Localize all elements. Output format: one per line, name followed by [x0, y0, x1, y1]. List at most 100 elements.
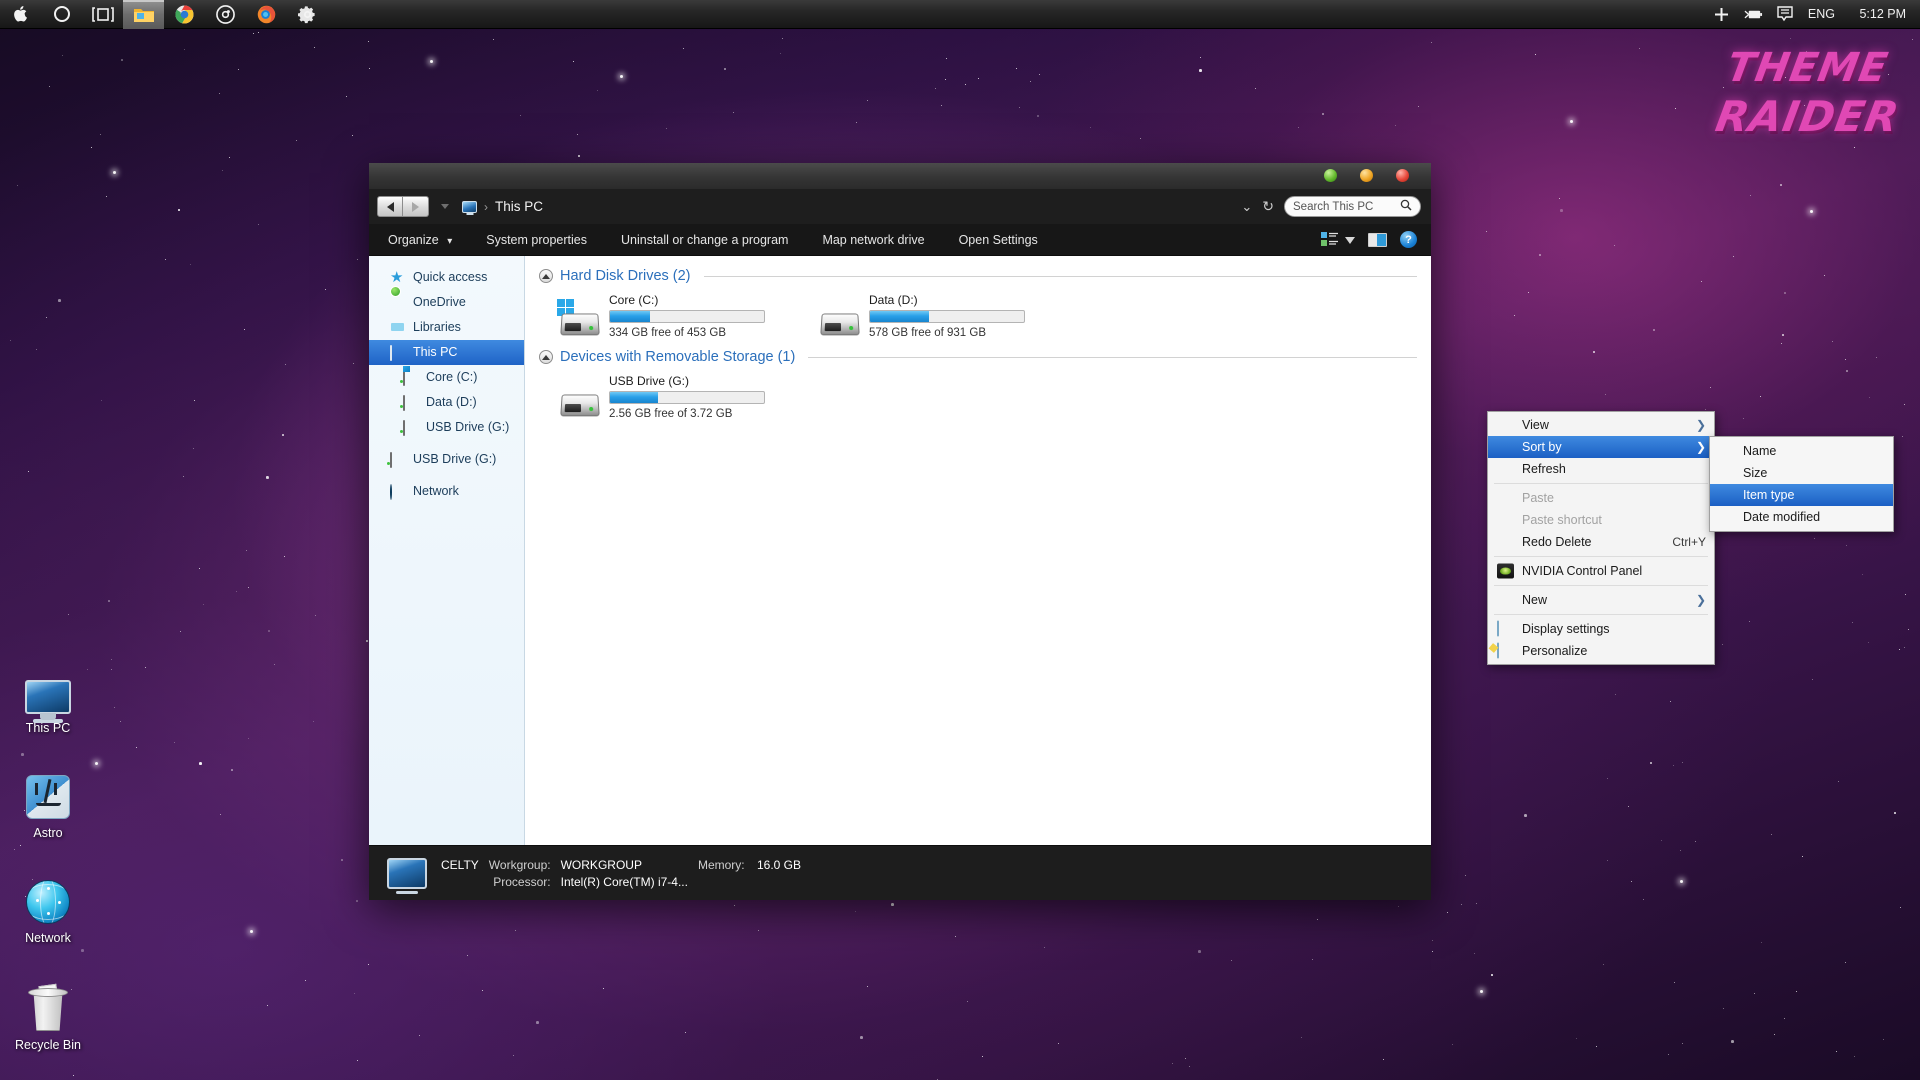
- forward-button[interactable]: [403, 196, 429, 217]
- sidebar-item-this-pc[interactable]: This PC: [369, 340, 524, 365]
- sidebar-item-label: Core (C:): [426, 370, 478, 385]
- back-button[interactable]: [377, 196, 403, 217]
- workgroup-key: Workgroup:: [488, 857, 551, 872]
- taskview-icon[interactable]: [82, 0, 123, 29]
- close-button[interactable]: [1396, 169, 1409, 182]
- context-menu-item-personalize[interactable]: Personalize: [1488, 640, 1714, 662]
- map-network-drive-button[interactable]: Map network drive: [811, 228, 935, 252]
- refresh-icon[interactable]: ↻: [1262, 198, 1274, 215]
- preview-pane-icon[interactable]: [1368, 232, 1387, 247]
- drive-name: Data (D:): [869, 293, 918, 307]
- context-menu-item-display-settings[interactable]: Display settings: [1488, 618, 1714, 640]
- context-menu-item-redo-delete[interactable]: Redo Delete Ctrl+Y: [1488, 531, 1714, 553]
- collapse-icon[interactable]: [539, 350, 553, 364]
- recent-locations-button[interactable]: [441, 204, 449, 209]
- sidebar-item-data-d[interactable]: Data (D:): [369, 390, 524, 415]
- processor-value: Intel(R) Core(TM) i7-4...: [560, 874, 688, 889]
- drive-tile-data-d[interactable]: Data (D:) 578 GB free of 931 GB: [817, 293, 1077, 339]
- personalize-icon: [1497, 642, 1514, 659]
- chevron-down-icon[interactable]: ⌄: [1241, 199, 1252, 215]
- view-dropdown-caret[interactable]: [1345, 232, 1355, 247]
- monitor-icon: [0, 658, 96, 714]
- drive-free-space: 578 GB free of 931 GB: [869, 327, 986, 339]
- speech-bubble-icon[interactable]: [1776, 5, 1795, 24]
- window-titlebar[interactable]: [369, 163, 1431, 189]
- context-menu-item-new[interactable]: New ❯: [1488, 589, 1714, 611]
- sidebar-item-usb-drive-g[interactable]: USB Drive (G:): [369, 447, 524, 472]
- search-placeholder: Search This PC: [1293, 200, 1374, 213]
- context-menu-item-sort-by[interactable]: Sort by ❯: [1488, 436, 1714, 458]
- menu-item-label: Date modified: [1743, 510, 1821, 524]
- gear-icon[interactable]: [287, 0, 328, 29]
- library-folder-icon: [390, 321, 406, 335]
- minimize-button[interactable]: [1360, 169, 1373, 182]
- sidebar-item-network[interactable]: Network: [369, 479, 524, 504]
- sidebar-item-usb-drive-g-child[interactable]: USB Drive (G:): [369, 415, 524, 440]
- desktop-icon-network[interactable]: Network: [0, 868, 96, 946]
- search-input[interactable]: Search This PC: [1284, 196, 1421, 217]
- drive-tile-core-c[interactable]: Core (C:) 334 GB free of 453 GB: [557, 293, 817, 339]
- sidebar-item-libraries[interactable]: Libraries: [369, 315, 524, 340]
- menu-item-label: Personalize: [1522, 644, 1588, 658]
- command-bar: Organize ▾ System properties Uninstall o…: [369, 224, 1431, 256]
- menu-separator: [1494, 614, 1708, 615]
- desktop-icon-astro[interactable]: Astro: [0, 763, 96, 841]
- submenu-item-date-modified[interactable]: Date modified: [1710, 506, 1893, 528]
- submenu-item-size[interactable]: Size: [1710, 462, 1893, 484]
- desktop-icon-recycle-bin[interactable]: Recycle Bin: [0, 975, 96, 1053]
- folder-icon[interactable]: [123, 0, 164, 29]
- drive-free-space: 2.56 GB free of 3.72 GB: [609, 408, 733, 420]
- content-pane: Hard Disk Drives (2) Core (C:) 334 GB fr…: [525, 256, 1431, 845]
- desktop-icon-this-pc[interactable]: This PC: [0, 658, 96, 736]
- sidebar-item-onedrive[interactable]: OneDrive: [369, 290, 524, 315]
- clock[interactable]: 5:12 PM: [1848, 7, 1906, 21]
- navigation-pane: ★ Quick access OneDrive Libraries This P…: [369, 256, 525, 845]
- submenu-item-name[interactable]: Name: [1710, 440, 1893, 462]
- sidebar-item-core-c[interactable]: Core (C:): [369, 365, 524, 390]
- help-icon[interactable]: ?: [1400, 231, 1417, 248]
- add-icon[interactable]: [1712, 5, 1731, 24]
- group-header-removable-storage[interactable]: Devices with Removable Storage (1): [539, 349, 1417, 365]
- language-indicator[interactable]: ENG: [1808, 7, 1835, 21]
- open-settings-button[interactable]: Open Settings: [948, 228, 1049, 252]
- memory-key: Memory:: [697, 857, 745, 872]
- sidebar-item-label: Data (D:): [426, 395, 477, 410]
- context-menu-item-view[interactable]: View ❯: [1488, 414, 1714, 436]
- organize-button[interactable]: Organize ▾: [377, 228, 463, 252]
- chevron-right-icon: ❯: [1695, 440, 1706, 454]
- uninstall-program-button[interactable]: Uninstall or change a program: [610, 228, 799, 252]
- magnifier-icon[interactable]: [1400, 199, 1412, 214]
- group-header-hard-disk-drives[interactable]: Hard Disk Drives (2): [539, 268, 1417, 284]
- sidebar-item-label: USB Drive (G:): [426, 420, 510, 435]
- drive-tile-usb-g[interactable]: USB Drive (G:) 2.56 GB free of 3.72 GB: [557, 374, 817, 420]
- system-properties-button[interactable]: System properties: [475, 228, 598, 252]
- nvidia-icon: [1497, 563, 1514, 579]
- battery-icon[interactable]: [1744, 5, 1763, 24]
- capacity-bar: [869, 310, 1025, 323]
- context-menu-item-nvidia-control-panel[interactable]: NVIDIA Control Panel: [1488, 560, 1714, 582]
- taskbar: ENG 5:12 PM: [0, 0, 1920, 29]
- desktop-context-menu: View ❯ Sort by ❯ Refresh Paste Paste sho…: [1487, 411, 1715, 665]
- maximize-button[interactable]: [1324, 169, 1337, 182]
- context-menu-item-refresh[interactable]: Refresh: [1488, 458, 1714, 480]
- firefox-icon[interactable]: [246, 0, 287, 29]
- collapse-icon[interactable]: [539, 269, 553, 283]
- sidebar-item-label: Network: [413, 484, 459, 499]
- menu-item-label: Paste shortcut: [1522, 513, 1602, 527]
- drive-free-space: 334 GB free of 453 GB: [609, 327, 726, 339]
- memory-value: 16.0 GB: [756, 857, 802, 872]
- submenu-item-item-type[interactable]: Item type: [1710, 484, 1893, 506]
- view-options-icon[interactable]: [1321, 232, 1338, 247]
- apple-icon[interactable]: [0, 0, 41, 29]
- breadcrumb-label[interactable]: This PC: [495, 199, 543, 214]
- breadcrumb[interactable]: › This PC: [462, 199, 543, 214]
- chrome-icon[interactable]: [164, 0, 205, 29]
- sidebar-item-label: This PC: [413, 345, 458, 360]
- hdd-icon: [817, 299, 861, 337]
- drive-name: USB Drive (G:): [609, 374, 690, 388]
- drive-icon: [403, 419, 419, 436]
- desktop-icon-label: Recycle Bin: [15, 1038, 81, 1052]
- circle-icon[interactable]: [41, 0, 82, 29]
- menu-item-label: View: [1522, 418, 1549, 432]
- disc-icon[interactable]: [205, 0, 246, 29]
